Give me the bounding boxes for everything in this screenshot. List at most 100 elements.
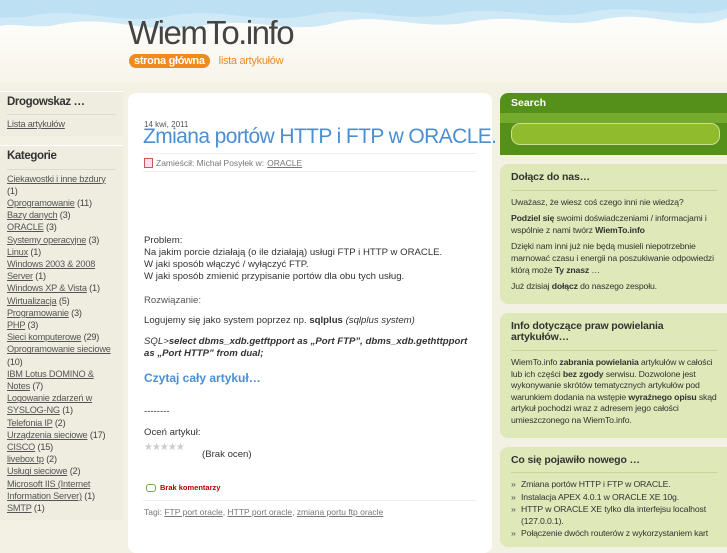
nav-home-link[interactable]: strona główna [129, 54, 210, 68]
join-box: Dołącz do nas… Uważasz, że wiesz coś cze… [500, 164, 727, 304]
new-article-link[interactable]: HTTP w ORACLE XE tylko dla interfejsu lo… [511, 504, 717, 527]
category-count: (1) [33, 503, 45, 514]
category-count: (3) [45, 222, 57, 233]
join-text: do naszego zespołu. [577, 281, 657, 292]
tag-link[interactable]: FTP port oracle [164, 507, 222, 517]
category-link[interactable]: Oprogramowanie sieciowe [7, 344, 111, 354]
category-link[interactable]: Windows XP & Vista [7, 283, 87, 293]
comments-label[interactable]: Brak komentarzy [160, 483, 220, 492]
category-count: (1) [7, 185, 18, 196]
rating-stars[interactable]: ★★★★★ [144, 442, 185, 453]
category-link[interactable]: Programowanie [7, 308, 69, 318]
post-problem: Problem: Na jakim porcie działają (o ile… [144, 235, 474, 283]
category-link[interactable]: Wirtualizacja [7, 296, 57, 306]
category-item: Linux (1) [7, 246, 116, 258]
post-meta: Zamieścił: Michał Posyłek w: ORACLE [144, 158, 302, 168]
comment-bubble-icon [146, 483, 156, 492]
join-text: Już dzisiaj [511, 281, 552, 292]
category-link[interactable]: Ciekawostki i inne bzdury [7, 174, 106, 184]
drogowskaz-heading: Drogowskaz … [7, 96, 85, 108]
divider [511, 189, 717, 191]
read-more-link[interactable]: Czytaj cały artykuł… [144, 371, 261, 385]
category-count: (7) [32, 381, 44, 392]
post-category-link[interactable]: ORACLE [267, 158, 302, 168]
rate-label: Oceń artykuł: [144, 427, 201, 438]
join-text-3: Dzięki nam inni już nie będą musieli nie… [511, 241, 717, 276]
post-author: Zamieścił: Michał Posyłek w: [156, 158, 265, 168]
login-text-suffix: (sqlplus system) [342, 315, 415, 326]
comments-link[interactable]: Brak komentarzy [146, 483, 220, 492]
problem-line: W jaki sposób zmienić przypisanie portów… [144, 271, 405, 282]
category-link[interactable]: CISCO [7, 442, 35, 452]
category-link[interactable]: Bazy danych [7, 210, 58, 220]
category-link[interactable]: IBM Lotus DOMINO & Notes [7, 369, 94, 391]
copyright-box: Info dotyczące praw powielania artykułów… [500, 312, 727, 438]
site-title[interactable]: WiemTo.info [128, 14, 295, 52]
category-link[interactable]: Sieci komputerowe [7, 332, 81, 342]
category-count: (3) [88, 234, 100, 245]
new-article-link[interactable]: Połączenie dwóch routerów z wykorzystani… [511, 528, 717, 540]
new-article-link[interactable]: Zmiana portów HTTP i FTP w ORACLE. [511, 479, 717, 491]
new-article-link[interactable]: Instalacja APEX 4.0.1 w ORACLE XE 10g. [511, 492, 717, 504]
header-waves [0, 0, 727, 29]
drogowskaz-box: Drogowskaz … Lista artykułów [0, 91, 123, 137]
category-item: Urządzenia sieciowe (17) [7, 429, 116, 441]
sql-prompt: SQL> [144, 336, 169, 347]
category-link[interactable]: PHP [7, 320, 25, 330]
category-link[interactable]: Windows 2003 & 2008 Server [7, 259, 95, 281]
login-instruction: Logujemy się jako system poprzez np. sql… [144, 315, 415, 326]
category-link[interactable]: Urządzenia sieciowe [7, 430, 88, 440]
copyright-heading: Info dotyczące praw powielania artykułów… [511, 319, 664, 344]
post-title[interactable]: Zmiana portów HTTP i FTP w ORACLE. [143, 125, 497, 149]
category-link[interactable]: Oprogramowanie [7, 198, 75, 208]
copyright-span: WiemTo.info [511, 356, 560, 367]
left-sidebar: Drogowskaz … Lista artykułów Kategorie C… [0, 91, 123, 529]
category-link[interactable]: SMTP [7, 503, 32, 513]
category-link[interactable]: ORACLE [7, 222, 44, 232]
category-item: Wirtualizacja (5) [7, 295, 116, 307]
category-item: SMTP (1) [7, 502, 116, 514]
problem-line: Na jakim porcie działają (o ile działają… [144, 247, 443, 258]
categories-box: Kategorie Ciekawostki i inne bzdury (1) O… [0, 145, 123, 521]
tag-link[interactable]: HTTP port oracle [228, 507, 293, 517]
category-count: (3) [59, 210, 71, 221]
article-list-link[interactable]: Lista artykułów [7, 119, 65, 129]
category-count: (2) [46, 454, 57, 465]
category-link[interactable]: Linux [7, 247, 28, 257]
search-stripe [500, 113, 727, 123]
category-item: IBM Lotus DOMINO & Notes (7) [7, 368, 116, 392]
category-item: ORACLE (3) [7, 221, 116, 233]
category-item: Logowanie zdarzeń w SYSLOG-NG (1) [7, 392, 116, 416]
search-input[interactable] [511, 123, 720, 145]
sqlplus-text: sqlplus [309, 315, 343, 326]
post-article: 14 kwi, 2011 Zmiana portów HTTP i FTP w … [128, 93, 497, 553]
category-link[interactable]: Usługi sieciowe [7, 466, 68, 476]
category-link[interactable]: Logowanie zdarzeń w SYSLOG-NG [7, 393, 92, 415]
category-link[interactable]: Microsoft IIS (Internet Information Serv… [7, 479, 90, 501]
categories-heading: Kategorie [7, 150, 57, 163]
category-link[interactable]: Telefonia IP [7, 418, 53, 428]
join-link[interactable]: dołącz [552, 281, 578, 291]
category-count: (1) [62, 405, 73, 416]
category-count: (29) [83, 332, 100, 343]
category-item: CISCO (15) [7, 441, 116, 453]
solution-label: Rozwiązanie: [144, 295, 202, 306]
category-link[interactable]: Systemy operacyjne [7, 235, 86, 245]
tags-label: Tagi: [144, 507, 162, 517]
copyright-text: WiemTo.info zabrania powielania artykułó… [511, 357, 717, 427]
join-bold: Podziel się [511, 213, 555, 224]
divider [511, 349, 717, 351]
new-articles-heading: Co się pojawiło nowego … [511, 453, 640, 466]
category-count: (17) [89, 429, 106, 440]
nav-articles-link[interactable]: lista artykułów [214, 54, 289, 68]
category-count: (10) [7, 356, 23, 367]
tag-link[interactable]: zmiana portu ftp oracle [297, 507, 383, 517]
document-icon [144, 158, 153, 168]
category-link[interactable]: livebox tp [7, 454, 44, 464]
sql-statement: select dbms_xdb.getftpport as „Port FTP”… [144, 336, 468, 359]
category-count: (11) [77, 198, 92, 209]
category-list: Ciekawostki i inne bzdury (1) Oprogramowa… [7, 173, 116, 515]
category-item: Windows 2003 & 2008 Server (1) [7, 258, 116, 282]
login-text: Logujemy się jako system poprzez np. [144, 315, 310, 326]
join-bold: WiemTo.info [595, 224, 645, 235]
